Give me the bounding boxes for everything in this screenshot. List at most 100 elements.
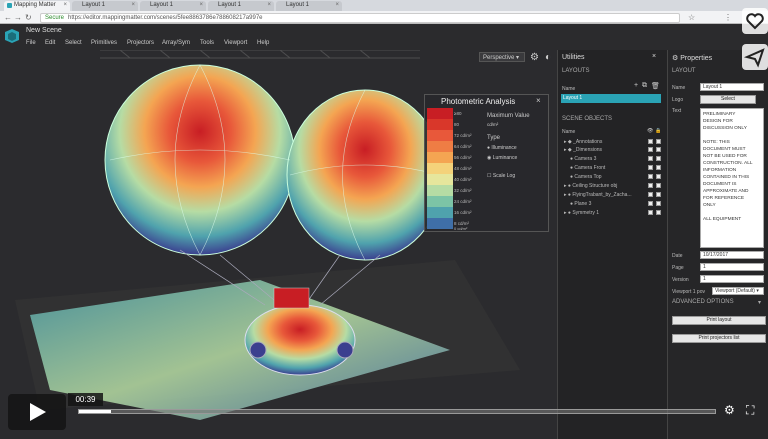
menu-tools[interactable]: Tools — [200, 40, 214, 46]
menu-help[interactable]: Help — [257, 40, 269, 46]
print-projectors-button[interactable]: Print projectors list — [672, 334, 766, 343]
menu-primitives[interactable]: Primitives — [91, 40, 117, 46]
type-label: Type — [487, 135, 501, 141]
menu-viewport[interactable]: Viewport — [224, 40, 247, 46]
visibility-checkbox[interactable] — [648, 192, 653, 197]
visibility-checkbox[interactable] — [648, 147, 653, 152]
trash-icon[interactable]: 🗑 — [651, 82, 660, 90]
close-icon[interactable]: × — [199, 2, 203, 8]
date-input[interactable]: 10/17/2017 — [700, 251, 764, 259]
reload-icon[interactable]: ↻ — [25, 13, 32, 22]
scene-object-item[interactable]: ● Camera Front — [570, 165, 605, 171]
illuminance-radio[interactable]: ● Illuminance — [487, 145, 517, 151]
scene-objects-section[interactable]: SCENE OBJECTS — [562, 116, 612, 122]
name-label: Name — [672, 85, 686, 91]
video-progress-bar[interactable] — [78, 409, 716, 414]
close-icon[interactable]: × — [536, 96, 541, 105]
visibility-checkbox[interactable] — [648, 201, 653, 206]
menu-file[interactable]: File — [26, 40, 36, 46]
layout-section: LAYOUT — [672, 68, 696, 74]
menu-select[interactable]: Select — [65, 40, 82, 46]
lock-checkbox[interactable] — [656, 147, 661, 152]
lock-checkbox[interactable] — [656, 201, 661, 206]
close-icon[interactable]: × — [131, 2, 135, 8]
legend-swatch — [427, 130, 453, 141]
utilities-title: Utilities — [562, 54, 585, 61]
scene-title: New Scene — [26, 27, 62, 34]
object-label: Camera Top — [574, 174, 602, 180]
scene-object-item[interactable]: ▸ ◆ _Dimensions — [564, 147, 602, 153]
visibility-checkbox[interactable] — [648, 156, 653, 161]
lock-checkbox[interactable] — [656, 165, 661, 170]
browser-tab[interactable]: Layout 1 × — [276, 1, 342, 11]
scene-object-item[interactable]: ● Camera 3 — [570, 156, 596, 162]
browser-tab[interactable]: Layout 1 × — [72, 1, 138, 11]
scene-object-item[interactable]: ▸ ◆ _Annotations — [564, 139, 602, 145]
browser-tab[interactable]: Mapping Matter × — [4, 1, 70, 11]
back-icon[interactable]: ← — [4, 13, 12, 22]
copy-icon[interactable]: ⧉ — [642, 82, 647, 90]
close-icon[interactable]: × — [652, 53, 656, 60]
object-label: Symmetry 1 — [572, 210, 599, 216]
viewport-mode-dropdown[interactable]: Perspective ▾ — [479, 52, 525, 62]
legend-label: 72 cd/m² — [454, 133, 472, 138]
close-icon[interactable]: × — [267, 2, 271, 8]
share-button[interactable] — [742, 44, 768, 70]
legend-label: 56 cd/m² — [454, 155, 472, 160]
luminance-radio[interactable]: ◉ Luminance — [487, 155, 517, 161]
lock-checkbox[interactable] — [656, 174, 661, 179]
url-field[interactable]: Secure https://editor.mappingmatter.com/s… — [40, 13, 680, 23]
like-button[interactable] — [742, 8, 768, 34]
visibility-checkbox[interactable] — [648, 139, 653, 144]
scene-object-item[interactable]: ● Camera Top — [570, 174, 602, 180]
legend-label: 80 — [454, 122, 460, 127]
page-input[interactable]: 1 — [700, 263, 764, 271]
add-icon[interactable]: + — [634, 82, 638, 89]
browser-tab[interactable]: Layout 1 × — [140, 1, 206, 11]
lock-checkbox[interactable] — [656, 156, 661, 161]
legend-label: 32 cd/m² — [454, 188, 472, 193]
play-button[interactable] — [8, 394, 66, 430]
scene-object-item[interactable]: ▸ ● FlyingTrabant_by_Zacha... — [564, 192, 632, 198]
lock-checkbox[interactable] — [656, 192, 661, 197]
viewport-pov-value: Viewport (Default) — [715, 288, 755, 294]
luminance-label: Luminance — [492, 155, 518, 161]
layout-name-input[interactable]: Layout 1 — [700, 83, 764, 91]
print-layout-button[interactable]: Print layout — [672, 316, 766, 325]
forward-icon[interactable]: → — [14, 13, 22, 22]
layout-text-area[interactable]: PRELIMINARY DESIGN FOR DISCUSSION ONLY N… — [700, 108, 764, 248]
visibility-checkbox[interactable] — [648, 183, 653, 188]
menu-edit[interactable]: Edit — [45, 40, 55, 46]
lock-checkbox[interactable] — [656, 139, 661, 144]
close-icon[interactable]: × — [63, 2, 67, 8]
browser-tab[interactable]: Layout 1 × — [208, 1, 274, 11]
scene-object-item[interactable]: ▸ ● Ceiling Structure obj — [564, 183, 617, 189]
scene-object-item[interactable]: ● Plane 3 — [570, 201, 591, 207]
viewport-pov-select[interactable]: Viewport (Default) ▾ — [712, 287, 764, 295]
lock-checkbox[interactable] — [656, 183, 661, 188]
star-icon[interactable]: ☆ — [688, 13, 695, 22]
lock-checkbox[interactable] — [656, 210, 661, 215]
contrast-icon[interactable]: ◐ — [545, 52, 551, 63]
viewport-pov-label: Viewport 1 pov — [672, 289, 705, 295]
visibility-checkbox[interactable] — [648, 165, 653, 170]
settings-icon[interactable]: ⚙ — [724, 403, 735, 417]
chevron-down-icon[interactable]: ▾ — [758, 299, 761, 306]
menu-projectors[interactable]: Projectors — [127, 40, 154, 46]
advanced-options-section[interactable]: ADVANCED OPTIONS — [672, 299, 734, 305]
menu-icon[interactable]: ⋮ — [724, 13, 732, 22]
legend-label: 40 cd/m² — [454, 177, 472, 182]
menu-array-sym[interactable]: Array/Sym — [162, 40, 190, 46]
layouts-section[interactable]: LAYOUTS — [562, 68, 590, 74]
scale-log-checkbox[interactable]: ☐ Scale Log — [487, 173, 515, 179]
scene-object-item[interactable]: ▸ ● Symmetry 1 — [564, 210, 599, 216]
gear-icon[interactable]: ⚙ — [530, 52, 539, 63]
close-icon[interactable]: × — [335, 2, 339, 8]
select-logo-button[interactable]: Select — [700, 95, 756, 104]
fullscreen-icon[interactable]: ⛶ — [746, 403, 754, 418]
visibility-checkbox[interactable] — [648, 174, 653, 179]
layout-list-item[interactable]: Layout 1 — [561, 94, 661, 103]
max-value-field[interactable]: cd/m² — [487, 122, 498, 127]
visibility-checkbox[interactable] — [648, 210, 653, 215]
version-input[interactable]: 1 — [700, 275, 764, 283]
